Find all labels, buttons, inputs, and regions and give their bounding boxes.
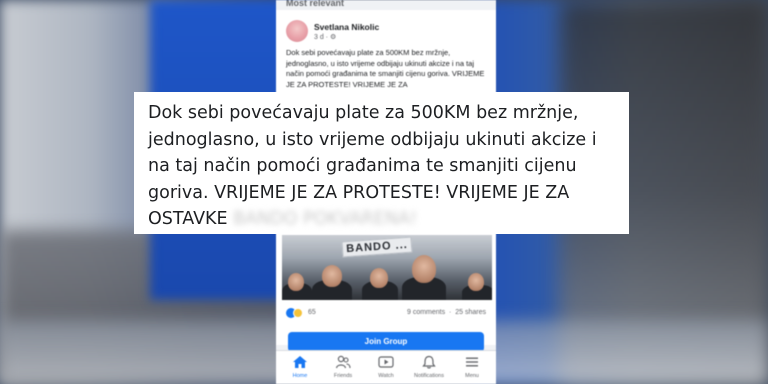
reactions-count[interactable]: 65 bbox=[308, 309, 316, 316]
person-head bbox=[322, 265, 342, 287]
nav-menu-label: Menu bbox=[465, 373, 479, 379]
banner-text: BANDO ... bbox=[345, 238, 409, 256]
post-photo[interactable]: BANDO ... bbox=[282, 235, 492, 300]
nav-friends[interactable]: Friends bbox=[323, 355, 363, 379]
reaction-icons[interactable] bbox=[286, 308, 308, 318]
quote-caption: Dok sebi povećavaju plate za 500KM bez m… bbox=[134, 92, 629, 234]
post-stats: 9 comments · 25 shares bbox=[407, 309, 486, 316]
menu-icon bbox=[466, 357, 478, 367]
nav-home[interactable]: Home bbox=[280, 355, 320, 379]
post-meta: 3 d · ⚙ bbox=[314, 34, 337, 41]
bell-icon bbox=[422, 355, 436, 369]
nav-watch[interactable]: Watch bbox=[366, 355, 406, 379]
sort-label[interactable]: Most relevant bbox=[286, 0, 344, 8]
reactions-bar: 65 9 comments · 25 shares bbox=[286, 308, 486, 320]
haha-reaction-icon bbox=[293, 308, 303, 318]
nav-watch-label: Watch bbox=[378, 373, 394, 379]
author-avatar[interactable] bbox=[286, 20, 308, 42]
post-text: Dok sebi povećavaju plate za 500KM bez m… bbox=[286, 48, 485, 89]
home-icon bbox=[293, 356, 307, 368]
nav-home-label: Home bbox=[292, 373, 308, 379]
bottom-nav: Home Friends Watch Notifications Menu bbox=[276, 350, 496, 384]
watch-icon bbox=[378, 356, 394, 368]
shares-count[interactable]: 25 shares bbox=[455, 309, 486, 316]
join-group-button[interactable]: Join Group bbox=[288, 332, 484, 352]
comments-count[interactable]: 9 comments bbox=[407, 309, 445, 316]
nav-notifications[interactable]: Notifications bbox=[409, 355, 449, 379]
person-head bbox=[412, 255, 436, 283]
protest-banner: BANDO ... bbox=[341, 236, 413, 258]
author-name[interactable]: Svetlana Nikolic bbox=[314, 22, 379, 32]
nav-friends-label: Friends bbox=[333, 373, 353, 379]
friends-icon bbox=[335, 355, 351, 369]
caption-text: Dok sebi povećavaju plate za 500KM bez m… bbox=[148, 100, 619, 233]
caption-faded-text: BANDO POKVARENA! bbox=[233, 209, 417, 229]
person-head bbox=[468, 273, 484, 291]
nav-menu[interactable]: Menu bbox=[452, 355, 492, 379]
person-head bbox=[288, 273, 304, 291]
person-head bbox=[370, 268, 388, 288]
nav-notifications-label: Notifications bbox=[414, 373, 444, 379]
